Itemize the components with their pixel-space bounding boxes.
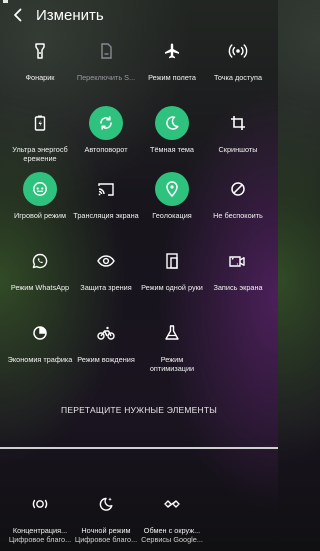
tile-auto-rotate[interactable]: Автоповорот: [73, 106, 139, 154]
tile-dark-theme[interactable]: Тёмная тема: [139, 106, 205, 154]
sim-card-icon: [89, 34, 123, 68]
bedtime-icon: [89, 487, 123, 521]
tile-screenshots[interactable]: Скриншоты: [205, 106, 271, 154]
auto-rotate-icon: [89, 106, 123, 140]
do-not-disturb-icon: [221, 172, 255, 206]
location-icon: [155, 172, 189, 206]
drag-hint-text: ПЕРЕТАЩИТЕ НУЖНЫЕ ЭЛЕМЕНТЫ: [61, 405, 217, 415]
tile-screen-record[interactable]: Запись экрана: [205, 244, 271, 292]
divider: [0, 447, 278, 449]
tile-optimization-mode[interactable]: Режим оптимизации: [139, 316, 205, 373]
tile-source: Цифровое благо...: [8, 535, 72, 544]
tile-one-hand-mode[interactable]: Режим одной руки: [139, 244, 205, 292]
eye-icon: [89, 244, 123, 278]
tile-data-saver[interactable]: Экономия трафика: [7, 316, 73, 364]
airplane-icon: [155, 34, 189, 68]
hotspot-icon: [221, 34, 255, 68]
flashlight-icon: [23, 34, 57, 68]
page-title: Изменить: [36, 6, 104, 24]
tile-do-not-disturb[interactable]: Не беспокоить: [205, 172, 271, 220]
tile-whatsapp-mode[interactable]: Режим WhatsApp: [7, 244, 73, 292]
tile-label: Переключить S...: [76, 73, 136, 82]
data-saver-icon: [23, 316, 57, 350]
tile-location[interactable]: Геолокация: [139, 172, 205, 220]
tile-hotspot[interactable]: Точка доступа: [205, 34, 271, 82]
tile-label: Не беспокоить: [213, 211, 263, 220]
tile-label: Точка доступа: [213, 73, 263, 82]
one-hand-icon: [155, 244, 189, 278]
available-tile-nearby-share[interactable]: Обмен с окруж... Сервисы Google...: [139, 487, 205, 544]
chevron-left-icon: [14, 8, 22, 22]
tile-label: Режим полета: [148, 73, 196, 82]
tile-flashlight[interactable]: Фонарик: [7, 34, 73, 82]
available-tile-bedtime[interactable]: Ночной режим Цифровое благо...: [73, 487, 139, 544]
tile-label: Фонарик: [25, 73, 55, 82]
bike-icon: [89, 316, 123, 350]
tile-label: Ночной режим: [81, 526, 131, 535]
tile-label: Игровой режим: [14, 211, 66, 220]
tile-label: Тёмная тема: [150, 145, 194, 154]
header: Изменить: [0, 0, 278, 30]
tile-label: Запись экрана: [213, 283, 263, 292]
whatsapp-icon: [23, 244, 57, 278]
tile-label: Геолокация: [152, 211, 192, 220]
tile-label: Автоповорот: [84, 145, 128, 154]
tile-airplane-mode[interactable]: Режим полета: [139, 34, 205, 82]
screen-record-icon: [221, 244, 255, 278]
tile-label: Скриншоты: [218, 145, 258, 154]
tile-label: Режим вождения: [77, 355, 135, 364]
tile-eye-protection[interactable]: Защита зрения: [73, 244, 139, 292]
battery-saver-icon: [23, 106, 57, 140]
tile-label: Режим оптимизации: [149, 355, 195, 373]
tile-label: Режим одной руки: [141, 283, 203, 292]
tile-ultra-power-saving[interactable]: Ультра энергосб ережение: [7, 106, 73, 163]
tile-source: Сервисы Google...: [141, 535, 203, 544]
nearby-share-icon: [155, 487, 189, 521]
back-button[interactable]: [0, 0, 36, 30]
tile-label: Экономия трафика: [7, 355, 73, 364]
available-tile-focus[interactable]: Концентрация... Цифровое благо...: [7, 487, 73, 544]
crop-icon: [221, 106, 255, 140]
gamepad-icon: [23, 172, 57, 206]
tile-source: Цифровое благо...: [74, 535, 138, 544]
tile-label: Обмен с окруж...: [143, 526, 201, 535]
tile-game-mode[interactable]: Игровой режим: [7, 172, 73, 220]
tile-driving-mode[interactable]: Режим вождения: [73, 316, 139, 364]
cast-icon: [89, 172, 123, 206]
tile-label: Защита зрения: [80, 283, 132, 292]
tile-label: Ультра энергосб ережение: [12, 145, 68, 163]
tile-label: Режим WhatsApp: [10, 283, 70, 292]
tile-screen-cast[interactable]: Трансляция экрана: [73, 172, 139, 220]
tile-label: Трансляция экрана: [73, 211, 139, 220]
flask-icon: [155, 316, 189, 350]
tile-label: Концентрация...: [12, 526, 68, 535]
tile-switch-sim[interactable]: Переключить S...: [73, 34, 139, 82]
focus-icon: [23, 487, 57, 521]
moon-icon: [155, 106, 189, 140]
